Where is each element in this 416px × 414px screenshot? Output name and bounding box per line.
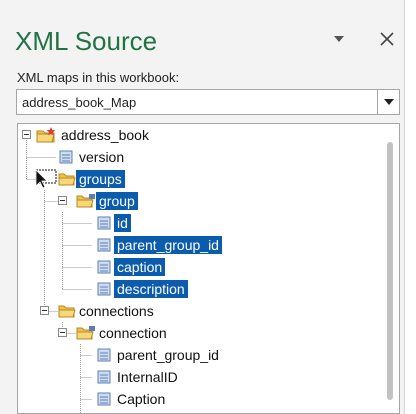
tree-node-label: groups (76, 170, 125, 188)
collapse-icon[interactable] (22, 130, 31, 139)
element-icon (59, 150, 73, 164)
tree-scrollbar-thumb[interactable] (387, 142, 393, 400)
tree-node-connections[interactable]: connections (18, 301, 258, 321)
tree-node-connection-caption[interactable]: Caption (18, 389, 258, 409)
repeating-folder-icon (76, 326, 95, 340)
tree-node-description[interactable]: description (18, 279, 258, 299)
tree-node-label: connections (79, 303, 154, 319)
tree-node-version[interactable]: version (18, 147, 218, 167)
chevron-down-icon (384, 99, 394, 105)
xml-map-select-button[interactable] (377, 90, 399, 114)
element-icon (97, 370, 111, 384)
folder-icon (58, 305, 76, 318)
drag-cursor-icon (35, 169, 57, 189)
element-icon (97, 282, 111, 296)
element-icon (97, 238, 111, 252)
tree-node-label: parent_group_id (114, 236, 222, 254)
tree-scrollbar[interactable] (381, 124, 399, 413)
root-folder-icon (36, 127, 56, 143)
collapse-icon[interactable] (58, 196, 67, 205)
element-icon (97, 392, 111, 406)
tree-node-label: id (114, 214, 131, 232)
tree-node-label: address_book (61, 127, 149, 143)
folder-icon (58, 173, 76, 186)
pane-divider (404, 0, 416, 414)
tree-node-label: version (79, 149, 125, 165)
xml-maps-label: XML maps in this workbook: (17, 70, 180, 85)
collapse-icon[interactable] (40, 306, 49, 315)
tree-node-group[interactable]: group (18, 191, 218, 211)
tree-node-connection-parent-group-id[interactable]: parent_group_id (18, 345, 258, 365)
xml-element-tree[interactable]: address_book version groups group id par… (17, 123, 400, 414)
tree-node-label: description (114, 280, 188, 298)
tree-node-id[interactable]: id (18, 213, 258, 233)
tree-node-connection[interactable]: connection (18, 323, 258, 343)
tree-node-address-book[interactable]: address_book (18, 125, 218, 145)
tree-node-caption[interactable]: caption (18, 257, 258, 277)
repeating-folder-icon (76, 194, 95, 208)
pane-options-dropdown-icon[interactable] (332, 34, 346, 44)
tree-node-internal-id[interactable]: InternalID (18, 367, 258, 387)
tree-node-label: Caption (117, 391, 166, 407)
element-icon (97, 348, 111, 362)
collapse-icon[interactable] (58, 328, 67, 337)
xml-map-select[interactable]: address_book_Map (16, 89, 400, 115)
tree-node-label: group (96, 192, 138, 210)
tree-node-groups[interactable]: groups (18, 169, 218, 189)
element-icon (97, 216, 111, 230)
tree-node-parent-group-id[interactable]: parent_group_id (18, 235, 258, 255)
xml-map-select-value: address_book_Map (22, 95, 137, 110)
close-icon[interactable] (378, 30, 396, 48)
tree-node-label: InternalID (117, 369, 178, 385)
pane-title: XML Source (15, 26, 158, 56)
tree-node-label: parent_group_id (117, 347, 219, 363)
element-icon (97, 260, 111, 274)
tree-node-label: caption (114, 258, 166, 276)
xml-source-pane: XML Source XML maps in this workbook: ad… (0, 0, 404, 414)
tree-node-label: connection (99, 325, 167, 341)
